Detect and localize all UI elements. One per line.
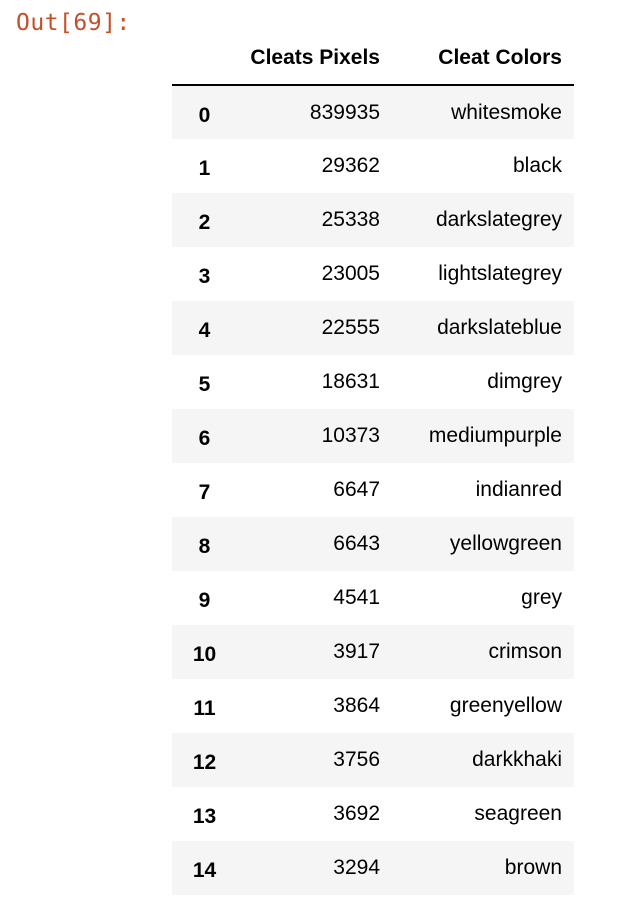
cell-color: darkslateblue <box>437 316 562 339</box>
cell-pixels: 18631 <box>321 370 380 393</box>
cell-color: grey <box>521 586 562 609</box>
dataframe-output: Cleats Pixels Cleat Colors 0 839935 whit… <box>172 32 574 895</box>
cell-pixels: 10373 <box>321 424 380 447</box>
cell-color: dimgrey <box>487 370 562 393</box>
table-row: 6 10373 mediumpurple <box>172 409 574 463</box>
cell-color: whitesmoke <box>451 100 562 124</box>
cell-color: darkslategrey <box>435 208 562 231</box>
row-index: 10 <box>192 643 217 666</box>
cell-pixels: 23005 <box>321 262 380 285</box>
row-index: 8 <box>198 535 211 558</box>
table-row: 3 23005 lightslategrey <box>172 247 574 301</box>
cell-color: greenyellow <box>449 694 562 717</box>
column-header-cleats-pixels: Cleats Pixels <box>237 32 392 86</box>
table-header: Cleats Pixels Cleat Colors <box>172 32 574 86</box>
dataframe-table: Cleats Pixels Cleat Colors 0 839935 whit… <box>172 32 574 895</box>
row-index: 3 <box>198 265 211 288</box>
cell-pixels: 3294 <box>333 856 380 879</box>
cell-color: lightslategrey <box>438 262 562 285</box>
table-row: 8 6643 yellowgreen <box>172 517 574 571</box>
table-row: 7 6647 indianred <box>172 463 574 517</box>
table-row: 1 29362 black <box>172 139 574 193</box>
cell-color: indianred <box>475 478 562 501</box>
cell-pixels: 4541 <box>333 586 380 609</box>
row-index: 1 <box>198 157 211 180</box>
row-index: 9 <box>198 589 211 612</box>
row-index: 14 <box>192 859 217 882</box>
cell-pixels: 22555 <box>321 316 380 339</box>
cell-color: brown <box>504 856 562 879</box>
row-index: 12 <box>192 751 217 774</box>
cell-color: crimson <box>488 640 562 663</box>
cell-color: mediumpurple <box>428 424 562 447</box>
table-row: 10 3917 crimson <box>172 625 574 679</box>
row-index: 5 <box>198 373 211 396</box>
header-row: Cleats Pixels Cleat Colors <box>172 32 574 86</box>
table-row: 14 3294 brown <box>172 841 574 895</box>
cell-color: seagreen <box>474 802 562 825</box>
index-header <box>172 32 237 86</box>
column-header-cleat-colors: Cleat Colors <box>392 32 574 86</box>
cell-pixels: 29362 <box>321 154 380 177</box>
row-index: 13 <box>192 805 217 828</box>
row-index: 0 <box>198 103 211 127</box>
cell-color: black <box>512 154 562 177</box>
table-row: 5 18631 dimgrey <box>172 355 574 409</box>
output-prompt: Out[69]: <box>16 10 131 36</box>
row-index: 2 <box>198 211 211 234</box>
cell-pixels: 3692 <box>333 802 380 825</box>
table-row: 11 3864 greenyellow <box>172 679 574 733</box>
table-row: 13 3692 seagreen <box>172 787 574 841</box>
cell-pixels: 839935 <box>309 100 380 124</box>
row-index: 7 <box>198 481 211 504</box>
table-row: 2 25338 darkslategrey <box>172 193 574 247</box>
cell-pixels: 3864 <box>333 694 380 717</box>
cell-color: yellowgreen <box>449 532 562 555</box>
row-index: 6 <box>198 427 211 450</box>
cell-pixels: 3756 <box>333 748 380 771</box>
cell-pixels: 3917 <box>333 640 380 663</box>
cell-pixels: 6643 <box>333 532 380 555</box>
table-row: 9 4541 grey <box>172 571 574 625</box>
table-body: 0 839935 whitesmoke 1 29362 black 2 2533… <box>172 85 574 895</box>
cell-color: darkkhaki <box>472 748 562 771</box>
table-row: 4 22555 darkslateblue <box>172 301 574 355</box>
cell-pixels: 25338 <box>321 208 380 231</box>
row-index: 4 <box>198 319 211 342</box>
cell-pixels: 6647 <box>333 478 380 501</box>
row-index: 11 <box>193 697 216 720</box>
table-row: 12 3756 darkkhaki <box>172 733 574 787</box>
table-row: 0 839935 whitesmoke <box>172 85 574 139</box>
